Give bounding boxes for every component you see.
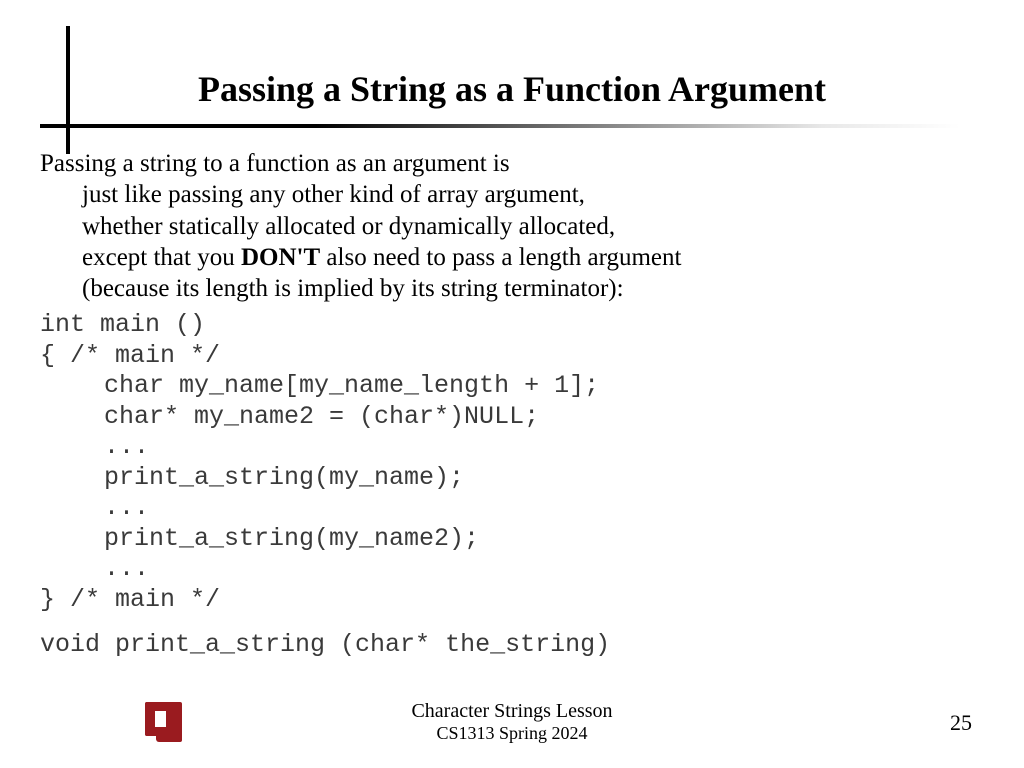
para-text: except that you: [82, 244, 241, 271]
slide-body: Passing a string to a function as an arg…: [40, 148, 980, 661]
para-line: whether statically allocated or dynamica…: [40, 211, 980, 242]
code-line: } /* main */: [40, 585, 980, 616]
para-line: except that you DON'T also need to pass …: [40, 242, 980, 273]
code-decl: void print_a_string (char* the_string): [40, 629, 980, 660]
decor-horizontal-bar: [40, 124, 960, 128]
para-text: also need to pass a length argument: [320, 244, 681, 271]
para-line: (because its length is implied by its st…: [40, 273, 980, 304]
code-line: ...: [40, 554, 980, 585]
slide-title: Passing a String as a Function Argument: [0, 68, 1024, 110]
code-line: { /* main */: [40, 341, 980, 372]
code-line: ...: [40, 432, 980, 463]
code-line: print_a_string(my_name);: [40, 463, 980, 494]
code-line: ...: [40, 493, 980, 524]
code-line: char my_name[my_name_length + 1];: [40, 371, 980, 402]
code-line: char* my_name2 = (char*)NULL;: [40, 402, 980, 433]
footer-course: CS1313 Spring 2024: [0, 723, 1024, 744]
code-block: int main () { /* main */ char my_name[my…: [40, 310, 980, 615]
para-line: just like passing any other kind of arra…: [40, 179, 980, 210]
slide-footer: Character Strings Lesson CS1313 Spring 2…: [0, 698, 1024, 748]
para-line: Passing a string to a function as an arg…: [40, 148, 980, 179]
footer-lesson: Character Strings Lesson: [0, 700, 1024, 723]
code-line: int main (): [40, 310, 980, 341]
footer-center: Character Strings Lesson CS1313 Spring 2…: [0, 700, 1024, 744]
page-number: 25: [950, 710, 972, 736]
para-emph: DON'T: [241, 244, 320, 271]
code-line: print_a_string(my_name2);: [40, 524, 980, 555]
